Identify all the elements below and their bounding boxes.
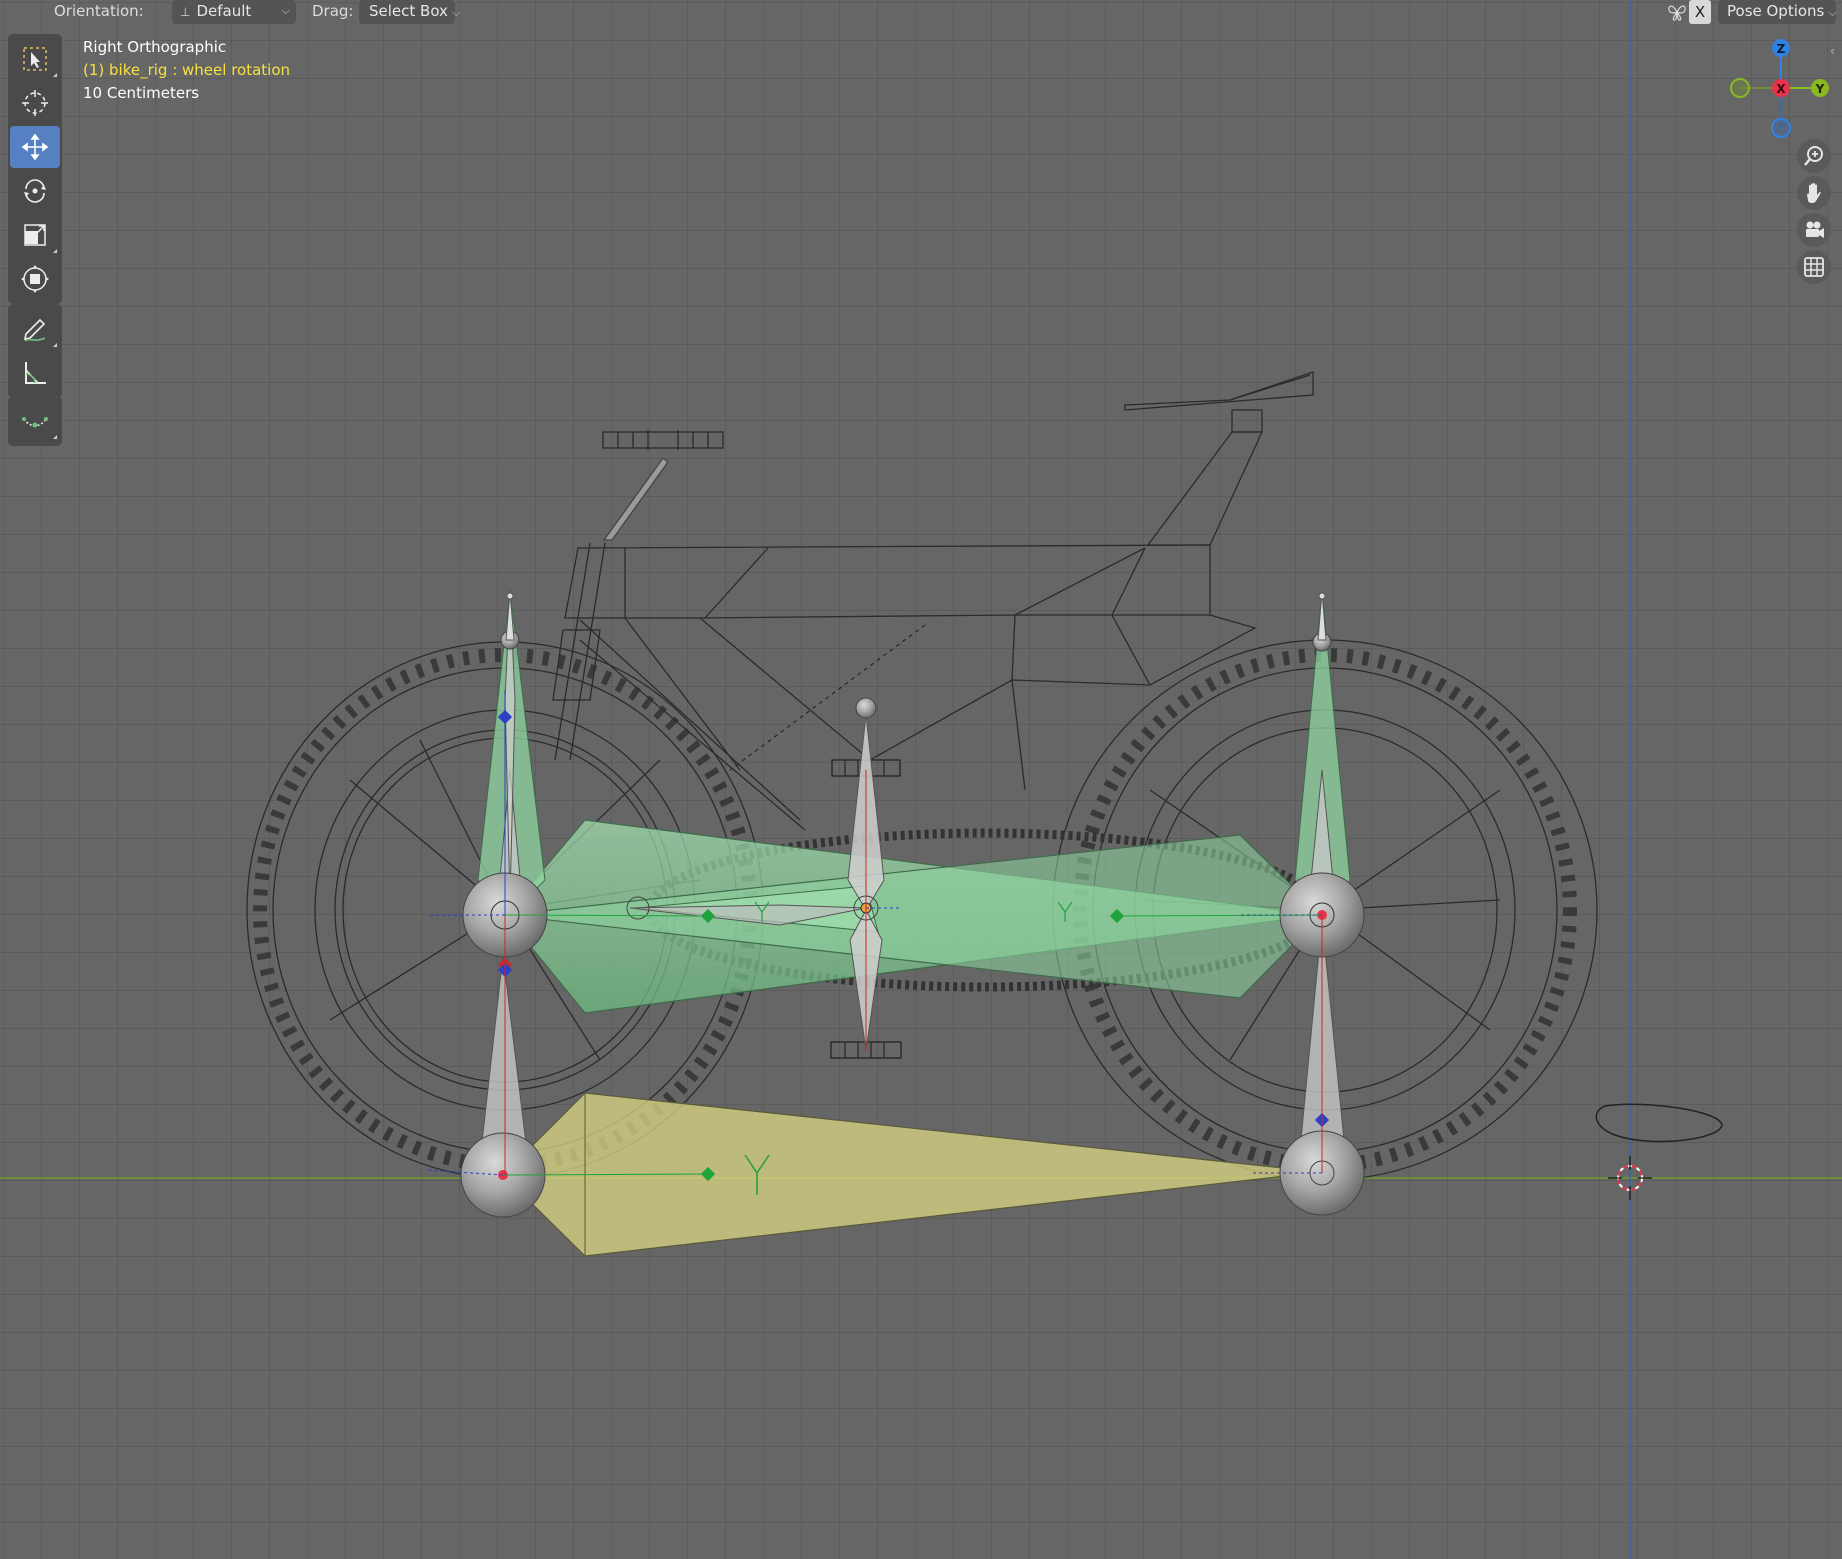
measure-icon — [25, 362, 46, 384]
scene-canvas[interactable] — [0, 0, 1842, 1559]
zoom-button[interactable] — [1797, 139, 1831, 173]
bike-wireframe — [246, 371, 1723, 1181]
hand-icon — [1807, 182, 1821, 203]
zoom-icon — [1804, 146, 1823, 166]
drag-value: Select Box — [369, 2, 448, 20]
camera-view-button[interactable] — [1797, 213, 1831, 247]
annotate-pencil-icon — [23, 318, 46, 342]
armature[interactable] — [424, 589, 1652, 1257]
pan-button[interactable] — [1797, 176, 1831, 210]
gizmo-neg-y[interactable] — [1730, 78, 1750, 98]
chevron-down-icon: ⌵ — [451, 6, 461, 19]
move-icon — [21, 133, 49, 161]
gizmo-z[interactable]: Z — [1772, 39, 1790, 57]
grid-scale-text: 10 Centimeters — [83, 84, 200, 102]
orientation-axis-icon: ⊥ — [180, 5, 191, 19]
tool-move[interactable] — [10, 126, 60, 168]
tool-rotate[interactable] — [10, 170, 60, 212]
tool-cursor[interactable] — [10, 82, 60, 124]
pose-options-label: Pose Options — [1727, 2, 1825, 20]
navigation-gizmo[interactable]: Z Y X — [1720, 34, 1830, 144]
tool-select-box[interactable] — [10, 38, 60, 80]
scale-icon — [24, 224, 46, 246]
tool-extrude-curve[interactable] — [10, 400, 60, 442]
view-name: Right Orthographic — [83, 38, 227, 56]
curve-extrude-icon — [22, 417, 48, 428]
tool-shelf-annotate — [8, 304, 62, 398]
svg-text:Z: Z — [1777, 42, 1786, 56]
tool-scale[interactable] — [10, 214, 60, 256]
orientation-dropdown[interactable]: ⊥ Default ⌵ — [172, 0, 296, 24]
tool-measure[interactable] — [10, 352, 60, 394]
gizmo-x[interactable]: X — [1772, 79, 1790, 97]
rotate-icon — [24, 179, 46, 203]
chevron-left-icon[interactable]: ‹ — [1830, 44, 1842, 60]
svg-text:Y: Y — [1815, 82, 1825, 96]
tool-shelf-curve — [8, 396, 62, 446]
cursor-icon — [22, 90, 48, 116]
orientation-label: Orientation: — [54, 2, 144, 20]
mirror-butterfly-icon[interactable] — [1667, 2, 1687, 22]
drag-dropdown[interactable]: Select Box ⌵ — [359, 0, 460, 24]
grid-icon — [1804, 257, 1824, 277]
gizmo-neg-z[interactable] — [1771, 118, 1791, 138]
drag-label: Drag: — [312, 2, 354, 20]
tool-shelf-transform — [8, 34, 62, 304]
tool-transform[interactable] — [10, 258, 60, 300]
x-mirror-toggle[interactable]: X — [1689, 0, 1711, 24]
chevron-down-icon: ⌵ — [1828, 6, 1837, 19]
orthographic-toggle-button[interactable] — [1797, 250, 1831, 284]
3d-viewport[interactable]: Orientation: ⊥ Default ⌵ Drag: Select Box ⌵… — [0, 0, 1842, 1559]
gizmo-y[interactable]: Y — [1811, 79, 1829, 97]
active-object-info: (1) bike_rig : wheel rotation — [83, 61, 291, 79]
transform-icon — [21, 265, 49, 293]
pose-options-dropdown[interactable]: Pose Options ⌵ — [1718, 0, 1837, 24]
camera-icon — [1806, 221, 1824, 238]
select-box-icon — [23, 47, 47, 71]
viewport-header: Orientation: ⊥ Default ⌵ Drag: Select Box ⌵… — [0, 0, 1842, 24]
tool-annotate[interactable] — [10, 308, 60, 350]
orientation-value: Default — [196, 2, 252, 20]
chevron-down-icon: ⌵ — [281, 4, 290, 17]
svg-text:X: X — [1776, 82, 1786, 96]
